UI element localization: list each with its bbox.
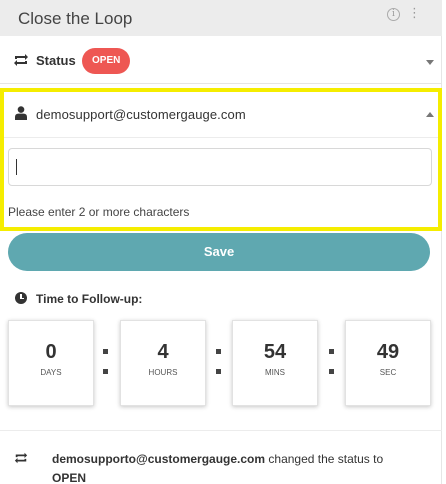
info-icon[interactable]: i xyxy=(387,8,400,21)
assignee-search-input[interactable] xyxy=(8,148,432,186)
clock-icon xyxy=(15,292,27,304)
followup-title: Time to Follow-up: xyxy=(36,292,143,306)
close-the-loop-panel: Close the Loop i ⋮ Status OPEN demosuppo… xyxy=(0,0,442,484)
countdown-unit: MINS xyxy=(265,368,285,377)
status-row[interactable]: Status OPEN xyxy=(0,40,442,84)
countdown-value: 4 xyxy=(157,341,169,363)
user-icon xyxy=(15,106,27,120)
countdown-separator xyxy=(103,349,108,377)
assignee-section: demosupport@customergauge.com Please ent… xyxy=(0,88,442,231)
countdown-value: 54 xyxy=(263,341,287,363)
activity-entry: demosupporto@customergauge.com changed t… xyxy=(0,430,442,484)
countdown-separator xyxy=(216,349,221,377)
repeat-icon xyxy=(14,54,28,66)
assignee-row[interactable]: demosupport@customergauge.com xyxy=(4,92,438,138)
countdown-separator xyxy=(329,349,334,377)
countdown-unit: DAYS xyxy=(40,368,62,377)
activity-status: OPEN xyxy=(52,471,87,484)
panel-title: Close the Loop xyxy=(18,9,133,28)
save-button[interactable]: Save xyxy=(8,233,430,271)
countdown-minutes: 54 MINS xyxy=(232,320,318,406)
text-cursor xyxy=(16,159,17,175)
countdown-unit: HOURS xyxy=(148,368,178,377)
countdown-seconds: 49 SEC xyxy=(345,320,431,406)
countdown-value: 49 xyxy=(376,341,400,363)
chevron-up-icon[interactable] xyxy=(426,112,434,117)
countdown-unit: SEC xyxy=(379,368,397,377)
status-label: Status xyxy=(36,53,76,68)
panel-header: Close the Loop i ⋮ xyxy=(0,0,442,36)
kebab-menu-icon[interactable]: ⋮ xyxy=(408,6,421,19)
activity-text: demosupporto@customergauge.com changed t… xyxy=(52,450,428,484)
search-hint: Please enter 2 or more characters xyxy=(8,205,190,219)
countdown-value: 0 xyxy=(45,341,57,363)
status-badge: OPEN xyxy=(82,48,131,74)
chevron-down-icon[interactable] xyxy=(426,60,434,65)
activity-user: demosupporto@customergauge.com xyxy=(52,452,266,466)
countdown-days: 0 DAYS xyxy=(8,320,94,406)
assignee-email: demosupport@customergauge.com xyxy=(36,107,246,122)
repeat-icon xyxy=(14,452,28,464)
activity-action: changed the status to xyxy=(265,452,384,466)
countdown-hours: 4 HOURS xyxy=(120,320,206,406)
